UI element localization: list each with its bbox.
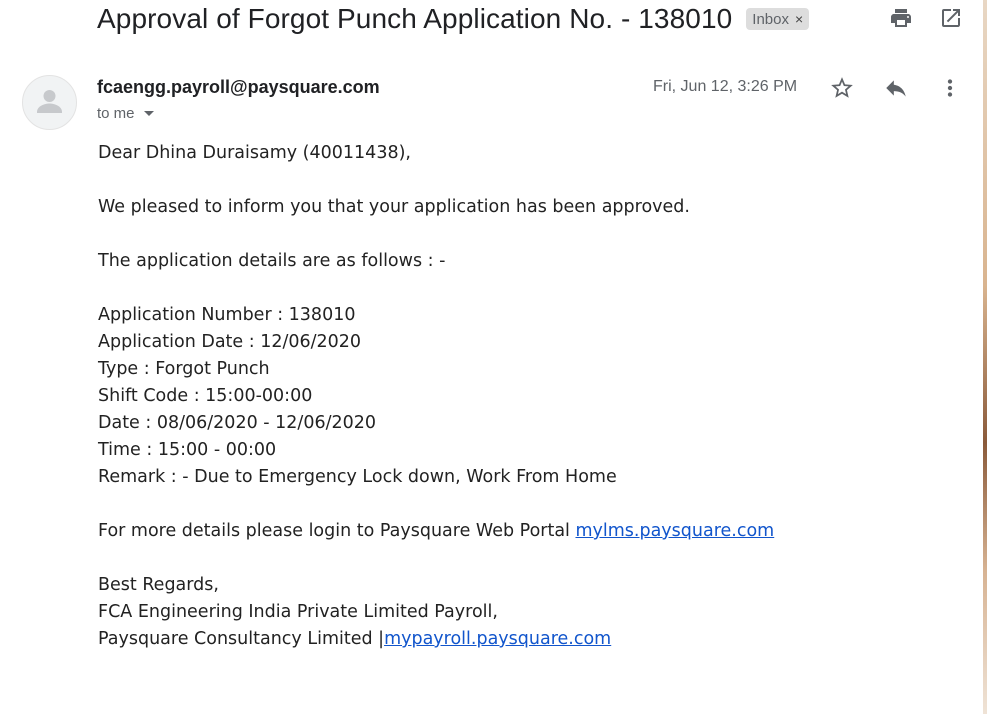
more-vert-icon[interactable]: [937, 75, 963, 101]
detail-application-date: Application Date : 12/06/2020: [98, 332, 362, 352]
portal-line: For more details please login to Paysqua…: [98, 518, 948, 545]
detail-time: Time : 15:00 - 00:00: [98, 440, 277, 460]
details-intro: The application details are as follows :…: [98, 251, 446, 271]
default-avatar-icon[interactable]: [22, 75, 77, 130]
sender-address[interactable]: fcaengg.payroll@paysquare.com: [97, 77, 380, 98]
portal-text: For more details please login to Paysqua…: [98, 521, 576, 541]
detail-remark: Remark : - Due to Emergency Lock down, W…: [98, 467, 617, 487]
detail-application-number: Application Number : 138010: [98, 305, 356, 325]
window-edge: [983, 0, 987, 714]
greeting: Dear Dhina Duraisamy (40011438),: [98, 143, 411, 163]
star-icon[interactable]: [829, 75, 855, 101]
detail-date: Date : 08/06/2020 - 12/06/2020: [98, 413, 377, 433]
printer-icon[interactable]: [889, 6, 913, 30]
email-body: Dear Dhina Duraisamy (40011438), We plea…: [98, 140, 948, 653]
remove-label-icon[interactable]: ×: [795, 11, 803, 27]
label-text: Inbox: [752, 10, 789, 28]
open-in-new-icon[interactable]: [939, 6, 963, 30]
approval-line: We pleased to inform you that your appli…: [98, 197, 690, 217]
inbox-label-chip[interactable]: Inbox ×: [746, 8, 810, 30]
sign-off: Best Regards,: [98, 575, 219, 595]
consultancy-link[interactable]: mypayroll.paysquare.com: [384, 629, 611, 649]
subject-row: Approval of Forgot Punch Application No.…: [97, 0, 810, 38]
detail-type: Type : Forgot Punch: [98, 359, 270, 379]
consultancy-text: Paysquare Consultancy Limited |: [98, 629, 385, 649]
consultancy-line: Paysquare Consultancy Limited |mypayroll…: [98, 626, 948, 653]
email-date: Fri, Jun 12, 3:26 PM: [653, 78, 798, 95]
portal-link[interactable]: mylms.paysquare.com: [575, 521, 774, 541]
email-subject: Approval of Forgot Punch Application No.…: [97, 3, 733, 34]
company-name: FCA Engineering India Private Limited Pa…: [98, 602, 498, 622]
recipient-label: to me: [97, 105, 135, 122]
detail-shift-code: Shift Code : 15:00-00:00: [98, 386, 313, 406]
chevron-down-icon: [143, 111, 154, 116]
recipient-dropdown[interactable]: to me: [97, 105, 154, 122]
reply-icon[interactable]: [883, 75, 909, 101]
